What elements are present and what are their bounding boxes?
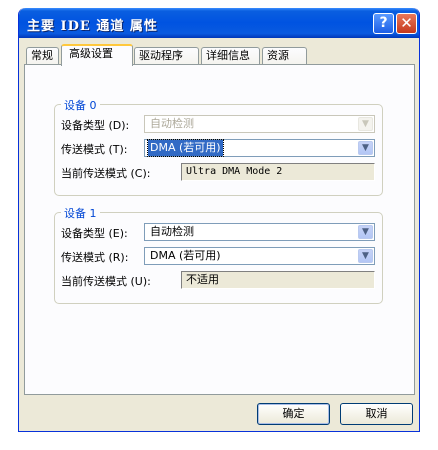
chevron-down-icon: ▼ <box>358 117 373 131</box>
cancel-button[interactable]: 取消 <box>340 403 413 425</box>
device-0-group: 设备 0 设备类型 (D): 自动检测 ▼ 传送模式 (T): DMA (若可用… <box>54 97 383 196</box>
tab-advanced-settings[interactable]: 高级设置 <box>61 44 133 66</box>
help-button[interactable]: ? <box>373 13 394 34</box>
tab-details[interactable]: 详细信息 <box>201 47 260 65</box>
device-1-type-select[interactable]: 自动检测 ▼ <box>144 223 375 241</box>
device-0-mode-select[interactable]: DMA (若可用) ▼ <box>144 139 375 157</box>
device-1-mode-label: 传送模式 (R): <box>61 251 129 264</box>
device-0-mode-label: 传送模式 (T): <box>61 143 128 156</box>
window-title: 主要 IDE 通道 属性 <box>27 19 158 34</box>
device-0-current-label: 当前传送模式 (C): <box>61 167 151 180</box>
tab-driver[interactable]: 驱动程序 <box>134 47 199 65</box>
device-0-type-value: 自动检测 <box>150 117 194 130</box>
device-0-current-mode: Ultra DMA Mode 2 <box>181 163 375 181</box>
device-0-type-label: 设备类型 (D): <box>61 119 130 132</box>
device-1-group: 设备 1 设备类型 (E): 自动检测 ▼ 传送模式 (R): DMA (若可用… <box>54 205 383 304</box>
title-bar[interactable]: 主要 IDE 通道 属性 ? ✕ <box>19 8 419 38</box>
close-button[interactable]: ✕ <box>396 13 417 34</box>
tab-strip: 常规 高级设置 驱动程序 详细信息 资源 <box>24 44 414 66</box>
device-1-type-label: 设备类型 (E): <box>61 227 128 240</box>
chevron-down-icon[interactable]: ▼ <box>358 249 373 263</box>
device-1-mode-select[interactable]: DMA (若可用) ▼ <box>144 247 375 265</box>
device-1-legend: 设备 1 <box>61 205 100 221</box>
device-0-type-select: 自动检测 ▼ <box>144 115 375 133</box>
tab-general[interactable]: 常规 <box>26 47 59 65</box>
ok-button[interactable]: 确定 <box>257 403 330 425</box>
device-0-legend: 设备 0 <box>61 97 100 113</box>
device-0-mode-value: DMA (若可用) <box>147 139 224 157</box>
device-1-type-value: 自动检测 <box>150 225 194 238</box>
chevron-down-icon[interactable]: ▼ <box>358 141 373 155</box>
tab-resources[interactable]: 资源 <box>262 47 307 65</box>
device-1-mode-value: DMA (若可用) <box>150 249 221 262</box>
properties-dialog: 主要 IDE 通道 属性 ? ✕ 常规 高级设置 驱动程序 详细信息 资源 设备… <box>18 8 420 432</box>
device-1-current-mode: 不适用 <box>181 271 375 289</box>
device-1-current-label: 当前传送模式 (U): <box>61 275 151 288</box>
chevron-down-icon[interactable]: ▼ <box>358 225 373 239</box>
advanced-settings-panel: 设备 0 设备类型 (D): 自动检测 ▼ 传送模式 (T): DMA (若可用… <box>24 64 415 395</box>
